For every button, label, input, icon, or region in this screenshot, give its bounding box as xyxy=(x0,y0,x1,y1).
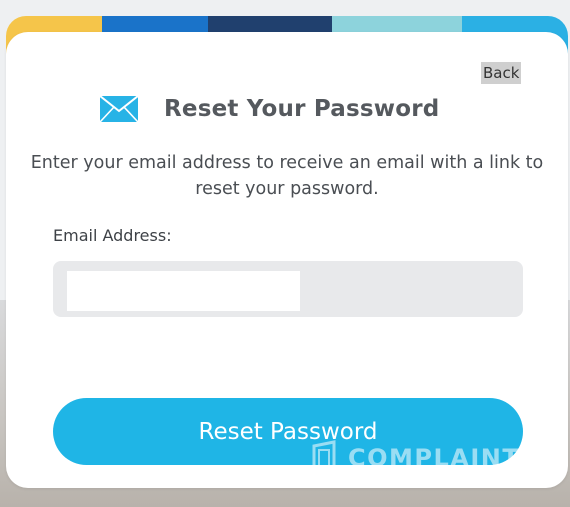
description-text: Enter your email address to receive an e… xyxy=(30,153,544,199)
email-label: Email Address: xyxy=(53,226,172,245)
reset-password-button[interactable]: Reset Password xyxy=(53,398,523,465)
title-row: Reset Your Password xyxy=(100,96,439,122)
back-button[interactable]: Back xyxy=(481,62,522,84)
envelope-icon xyxy=(100,96,138,122)
email-field-container xyxy=(53,261,523,317)
page-title: Reset Your Password xyxy=(164,96,440,122)
email-field[interactable] xyxy=(53,261,523,317)
